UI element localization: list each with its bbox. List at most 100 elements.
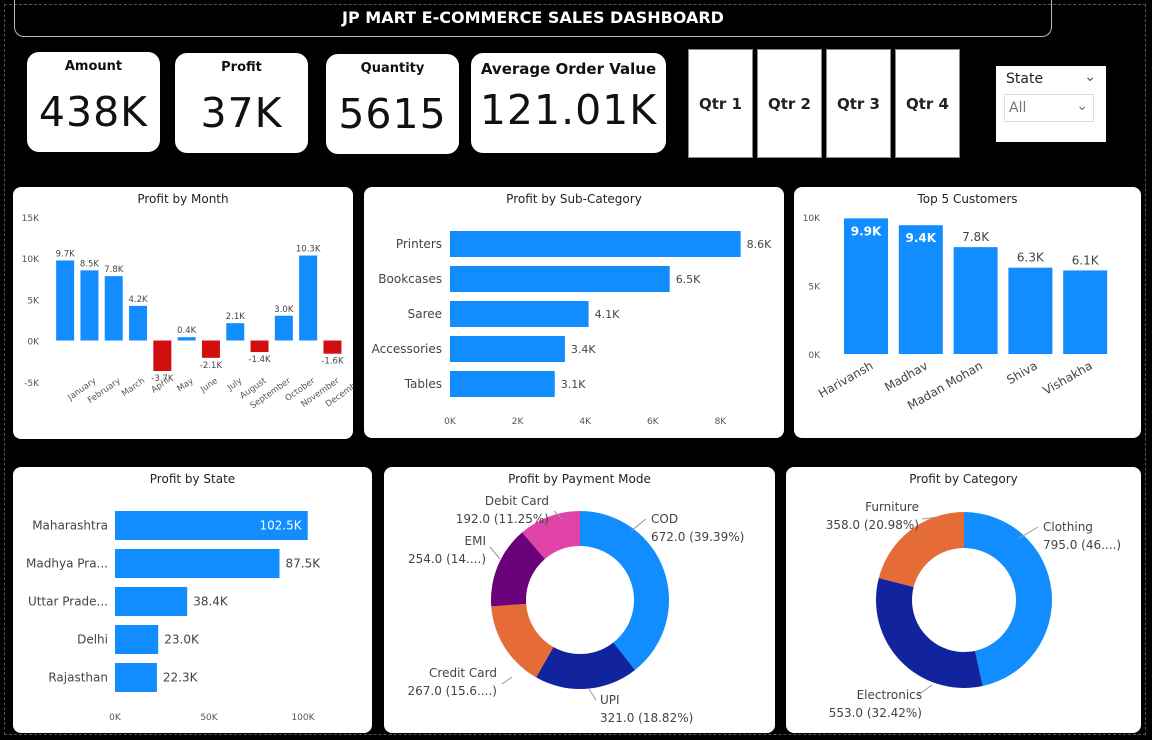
slice-name: EMI bbox=[465, 534, 486, 548]
data-label: 6.1K bbox=[1072, 253, 1100, 267]
slice-label: 321.0 (18.82%) bbox=[600, 711, 693, 725]
panel-top-5-customers: Top 5 Customers 10K 5K 0K 9.9K Harivansh 9.4K… bbox=[794, 187, 1141, 438]
data-label: 4.2K bbox=[129, 295, 149, 305]
y-tick-label: -5K bbox=[24, 379, 40, 389]
data-label: 9.7K bbox=[56, 249, 76, 259]
chevron-down-icon: ⌄ bbox=[1076, 98, 1088, 114]
data-label: 3.0K bbox=[274, 305, 294, 315]
data-label: 8.5K bbox=[80, 259, 100, 269]
bar-madhya-pra- bbox=[115, 549, 280, 578]
slice-name: Furniture bbox=[865, 500, 919, 514]
bar-vishakha bbox=[1063, 270, 1108, 354]
y-tick-label: Delhi bbox=[77, 633, 108, 647]
y-tick-label: Printers bbox=[396, 237, 442, 251]
bar-madan-mohan bbox=[953, 247, 998, 354]
bar-rajasthan bbox=[115, 663, 157, 692]
y-tick-label: 10K bbox=[22, 255, 40, 265]
data-label: 3.1K bbox=[561, 378, 586, 391]
data-label: 3.4K bbox=[571, 343, 596, 356]
x-tick-label: Madhav bbox=[882, 358, 930, 394]
slice-label: 553.0 (32.42%) bbox=[829, 706, 922, 720]
leader-line bbox=[501, 676, 513, 685]
slice-label: 267.0 (15.6....) bbox=[407, 684, 497, 698]
data-label: 6.3K bbox=[1017, 251, 1045, 265]
profit-by-payment-mode-chart: COD 672.0 (39.39%) UPI 321.0 (18.82%) Credit… bbox=[407, 494, 744, 725]
bar-shiva bbox=[1008, 267, 1053, 354]
panel-profit-by-category: Profit by Category Clothing 795.0 (46....… bbox=[786, 467, 1141, 733]
y-tick-label: 10K bbox=[803, 214, 821, 224]
slice-electronics bbox=[876, 578, 983, 688]
kpi-value: 438K bbox=[38, 88, 149, 136]
profit-by-month-chart: 15K10K5K0K-5K9.7KJanuary8.5KFebruary7.8K… bbox=[22, 214, 366, 411]
bar-april bbox=[129, 305, 148, 341]
bar-july bbox=[201, 340, 220, 358]
y-tick-label: Accessories bbox=[372, 342, 442, 356]
data-label: 23.0K bbox=[164, 633, 200, 647]
y-tick-label: Uttar Prade... bbox=[28, 595, 108, 609]
panel-profit-by-sub-category: Profit by Sub-Category Printers 8.6K Bookc… bbox=[364, 187, 784, 438]
slice-name: Debit Card bbox=[485, 494, 549, 508]
top-5-customers-chart: 10K5K0K9.9KHarivansh9.4KMadhav7.8KMadan … bbox=[803, 214, 1108, 413]
profit-by-sub-category-chart: Printers 8.6K Bookcases 6.5K Saree 4.1K Access… bbox=[372, 231, 772, 427]
x-tick-label: 0K bbox=[109, 713, 122, 723]
data-label: 7.8K bbox=[104, 265, 124, 275]
quarter-button-q2[interactable]: Qtr 2 bbox=[757, 49, 822, 158]
profit-by-category-chart: Clothing 795.0 (46....) Electronics 553.0 (… bbox=[826, 500, 1121, 720]
y-tick-label: Saree bbox=[408, 307, 442, 321]
data-label: 87.5K bbox=[286, 557, 322, 571]
slice-clothing bbox=[964, 512, 1052, 686]
quarter-button-q4[interactable]: Qtr 4 bbox=[895, 49, 960, 158]
slice-name: Clothing bbox=[1043, 520, 1093, 534]
chevron-down-icon[interactable]: ⌄ bbox=[1084, 69, 1096, 85]
chart-title: Profit by Category bbox=[909, 472, 1018, 486]
y-tick-label: Rajasthan bbox=[48, 671, 108, 685]
data-label: -3.7K bbox=[151, 374, 174, 384]
panel-profit-by-payment-mode: Profit by Payment Mode COD 672.0 (39.39%)… bbox=[384, 467, 775, 733]
data-label: 9.9K bbox=[851, 224, 882, 238]
data-label: 102.5K bbox=[259, 519, 302, 533]
kpi-label: Amount bbox=[64, 59, 123, 74]
slice-label: 192.0 (11.25%) bbox=[456, 512, 549, 526]
panel-profit-by-state: Profit by State Maharashtra 102.5K Madhya … bbox=[13, 467, 372, 733]
data-label: 9.4K bbox=[906, 231, 937, 245]
y-tick-label: Maharashtra bbox=[32, 519, 108, 533]
bar-january bbox=[56, 260, 75, 341]
bar-june bbox=[177, 337, 196, 341]
data-label: 38.4K bbox=[193, 595, 229, 609]
bar-november bbox=[299, 255, 318, 341]
bar-tables bbox=[450, 371, 555, 397]
x-tick-label: 4K bbox=[579, 417, 592, 427]
data-label: 8.6K bbox=[747, 238, 772, 251]
quarter-button-q1[interactable]: Qtr 1 bbox=[688, 49, 753, 158]
y-tick-label: 5K bbox=[27, 296, 40, 306]
data-label: 7.8K bbox=[962, 230, 990, 244]
kpi-label: Quantity bbox=[360, 61, 425, 76]
bar-august bbox=[226, 323, 245, 341]
leader-line bbox=[588, 688, 597, 701]
data-label: 2.1K bbox=[226, 312, 246, 322]
chart-title: Profit by State bbox=[149, 472, 236, 486]
data-label: 0.4K bbox=[177, 326, 197, 336]
bar-bookcases bbox=[450, 266, 670, 292]
chart-title: Profit by Payment Mode bbox=[508, 472, 651, 486]
x-tick-label: 100K bbox=[291, 713, 315, 723]
y-tick-label: 0K bbox=[808, 351, 821, 361]
state-dropdown-value: All bbox=[1009, 100, 1027, 116]
state-dropdown[interactable]: All ⌄ bbox=[1004, 94, 1094, 122]
kpi-card-average-order-value: Average Order Value 121.01K bbox=[471, 53, 666, 153]
slice-name: UPI bbox=[600, 693, 620, 707]
kpi-value: 121.01K bbox=[479, 86, 658, 134]
bar-delhi bbox=[115, 625, 159, 654]
data-label: -2.1K bbox=[200, 361, 223, 371]
bar-may bbox=[153, 340, 172, 372]
chart-title: Profit by Sub-Category bbox=[506, 192, 642, 206]
kpi-card-profit: Profit 37K bbox=[175, 53, 308, 153]
bar-october bbox=[274, 315, 293, 341]
bar-december bbox=[323, 340, 342, 354]
x-tick-label: May bbox=[175, 376, 195, 394]
x-tick-label: Shiva bbox=[1004, 358, 1040, 387]
quarter-button-q3[interactable]: Qtr 3 bbox=[826, 49, 891, 158]
kpi-label: Profit bbox=[221, 60, 262, 75]
x-tick-label: 6K bbox=[647, 417, 660, 427]
chart-title: Profit by Month bbox=[137, 192, 229, 206]
